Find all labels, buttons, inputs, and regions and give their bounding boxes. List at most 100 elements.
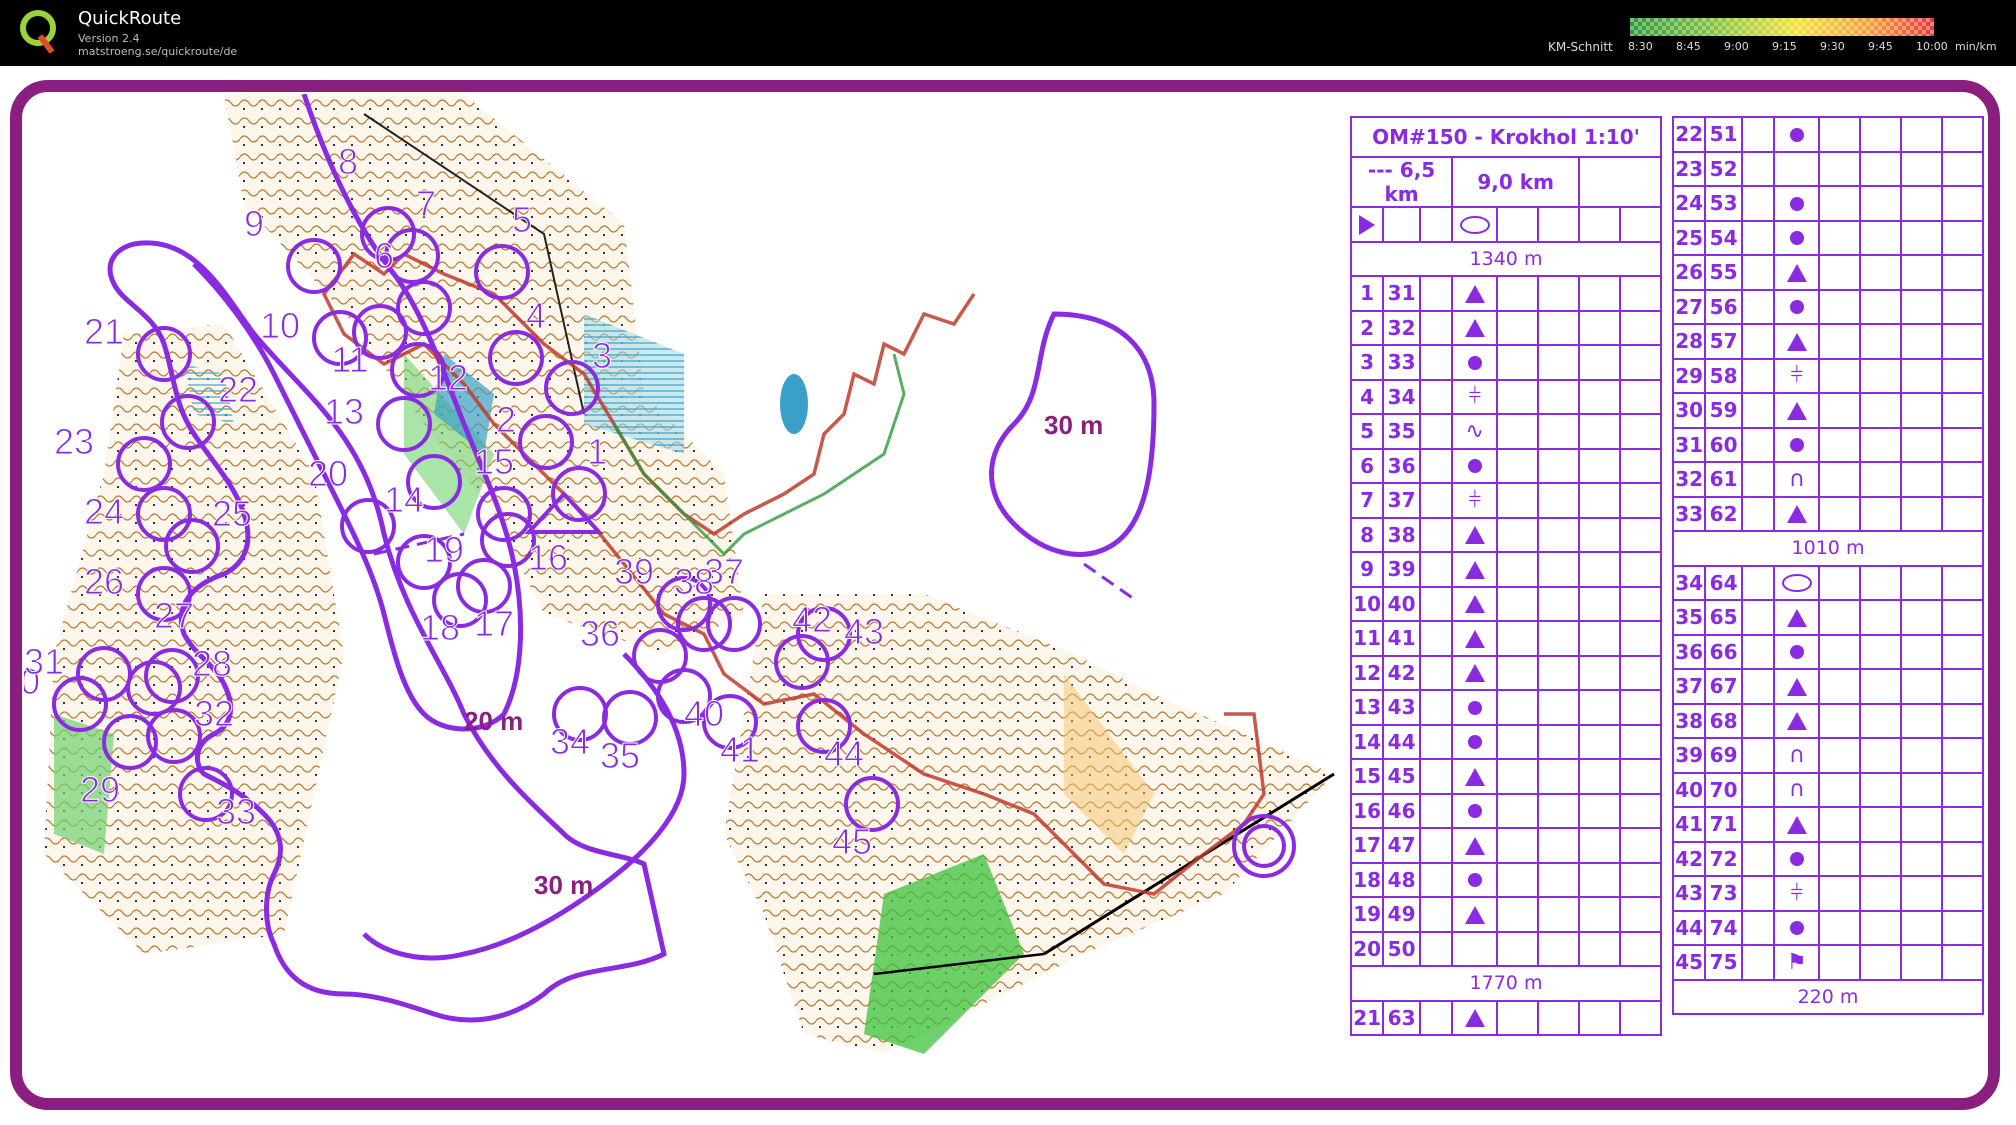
control-code: 55: [1704, 254, 1743, 291]
pace-tick: 8:30: [1628, 40, 1653, 53]
feature-symbol: [1773, 668, 1821, 705]
app-url: matstroeng.se/quickroute/de: [78, 45, 238, 58]
feature-symbol: ∿: [1451, 413, 1499, 450]
feature-symbol: ⚑: [1773, 944, 1821, 981]
control-number: 33: [216, 791, 256, 832]
control-description-row: 28 57: [1671, 323, 1984, 360]
control-description-row: 41 71: [1671, 806, 1984, 843]
control-sequence: 32: [1671, 461, 1707, 498]
feature-symbol: [1773, 806, 1821, 843]
dot-icon: [1789, 921, 1804, 936]
control-code: 69: [1704, 737, 1743, 774]
control-code: 64: [1704, 564, 1743, 601]
feature-symbol: [1773, 495, 1821, 532]
feature-symbol: ⫩: [1773, 875, 1821, 912]
control-sequence: 15: [1349, 758, 1385, 795]
control-number: 27: [154, 595, 194, 636]
control-code: 41: [1382, 620, 1421, 657]
dot-icon: [1789, 196, 1804, 211]
ellipse-icon: [1781, 574, 1812, 593]
control-code: 62: [1704, 495, 1743, 532]
control-number: 44: [824, 733, 864, 774]
control-description-row: 34 64: [1671, 564, 1984, 601]
control-code: 34: [1382, 378, 1421, 415]
feature-symbol: [1451, 827, 1499, 864]
title-bar: QuickRoute Version 2.4 matstroeng.se/qui…: [0, 0, 2016, 66]
triangle-icon: [1786, 263, 1807, 282]
comb-icon: ⫩: [1790, 880, 1804, 906]
control-code: 40: [1382, 585, 1421, 622]
control-number: 28: [192, 643, 232, 684]
control-sequence: 20: [1349, 930, 1385, 967]
control-code: 67: [1704, 668, 1743, 705]
control-description-row: 17 47: [1349, 827, 1662, 864]
ellipse-icon: [1459, 215, 1490, 234]
control-number: 17: [474, 603, 514, 644]
pace-tick: 9:00: [1724, 40, 1749, 53]
control-code: 38: [1382, 516, 1421, 553]
control-code: 71: [1704, 806, 1743, 843]
flag-icon: ⚑: [1786, 949, 1807, 975]
control-description-row: 12 42: [1349, 654, 1662, 691]
control-description-row: 2 32: [1349, 309, 1662, 346]
control-code: 68: [1704, 702, 1743, 739]
control-number: 41: [720, 729, 760, 770]
control-sequence: 18: [1349, 861, 1385, 898]
triangle-icon: [1464, 560, 1485, 579]
control-sequence: 10: [1349, 585, 1385, 622]
control-description-row: 10 40: [1349, 585, 1662, 622]
triangle-icon: [1464, 767, 1485, 786]
pace-legend-label: KM-Schnitt: [1548, 40, 1613, 54]
control-description-row: 40 70 ∩: [1671, 771, 1984, 808]
feature-symbol: [1773, 564, 1821, 601]
feature-symbol: [1451, 930, 1499, 967]
triangle-icon: [1464, 664, 1485, 683]
control-code: 33: [1382, 344, 1421, 381]
control-code: 36: [1382, 447, 1421, 484]
comb-icon: ⫩: [1790, 363, 1804, 389]
triangle-icon: [1464, 629, 1485, 648]
control-description-left: OM#150 - Krokhol 1:10' --- 6,5 km 9,0 km …: [1349, 116, 1662, 1036]
control-number: 16: [528, 537, 568, 578]
start-icon: [1359, 214, 1376, 235]
control-sequence: 3: [1349, 344, 1385, 381]
control-code: 60: [1704, 426, 1743, 463]
control-number: 39: [614, 551, 654, 592]
pace-tick: 9:15: [1772, 40, 1797, 53]
feature-symbol: ⫩: [1451, 482, 1499, 519]
control-sequence: 19: [1349, 896, 1385, 933]
control-sequence: 41: [1671, 806, 1707, 843]
feature-symbol: [1773, 219, 1821, 256]
bump-icon: ∩: [1788, 777, 1805, 803]
control-sequence: 42: [1671, 840, 1707, 877]
control-description-row: 7 37 ⫩: [1349, 482, 1662, 519]
control-code: 39: [1382, 551, 1421, 588]
leg-distance: 1770 m: [1350, 965, 1662, 1002]
control-number: 2: [496, 399, 516, 440]
triangle-icon: [1786, 332, 1807, 351]
comb-icon: ⫩: [1468, 487, 1482, 513]
control-sequence: 2: [1349, 309, 1385, 346]
control-code: 31: [1382, 275, 1421, 312]
control-code: 61: [1704, 461, 1743, 498]
dot-icon: [1789, 127, 1804, 142]
feature-symbol: [1451, 689, 1499, 726]
control-code: 65: [1704, 599, 1743, 636]
control-description-row: 39 69 ∩: [1671, 737, 1984, 774]
feature-symbol: ∩: [1773, 461, 1821, 498]
bump-icon: ∩: [1788, 466, 1805, 492]
control-code: 70: [1704, 771, 1743, 808]
control-code: 72: [1704, 840, 1743, 877]
distance-right: 9,0 km: [1451, 156, 1581, 208]
triangle-icon: [1464, 836, 1485, 855]
feature-symbol: ∩: [1773, 771, 1821, 808]
feature-symbol: ∩: [1773, 737, 1821, 774]
triangle-icon: [1786, 608, 1807, 627]
triangle-icon: [1786, 815, 1807, 834]
orienteering-map[interactable]: 1234567891011 12131415161718192021222324 2…: [24, 94, 1354, 1084]
control-number: 42: [792, 599, 832, 640]
app-name: QuickRoute: [78, 8, 182, 29]
control-number: 40: [684, 693, 724, 734]
control-code: 57: [1704, 323, 1743, 360]
control-code: 59: [1704, 392, 1743, 429]
